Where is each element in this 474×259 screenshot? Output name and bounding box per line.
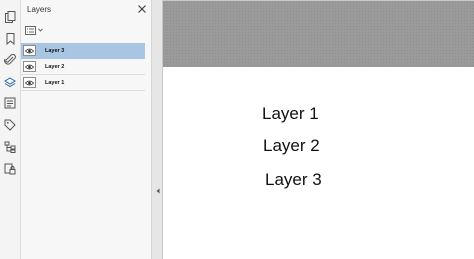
layer-row[interactable]: Layer 1: [21, 75, 145, 91]
bookmark-icon[interactable]: [3, 32, 17, 46]
page-text-layer-2: Layer 2: [263, 136, 320, 155]
layer-label: Layer 2: [45, 63, 65, 70]
visibility-toggle[interactable]: [23, 61, 36, 72]
chevron-left-icon: [156, 188, 159, 194]
panel-splitter[interactable]: [152, 0, 163, 259]
close-icon: [137, 4, 146, 13]
eye-icon: [25, 80, 34, 85]
visibility-toggle[interactable]: [23, 77, 36, 88]
chevron-down-icon: [38, 28, 43, 32]
collapse-panel-button[interactable]: [155, 187, 160, 195]
eye-icon: [25, 48, 34, 53]
layer-label: Layer 3: [45, 47, 65, 54]
layers-panel: Layers Layer 3 Layer 2 Layer 1: [21, 0, 172, 259]
layer-row[interactable]: Layer 3: [21, 43, 145, 59]
content-icon[interactable]: [3, 96, 17, 110]
gray-pattern-band: [163, 0, 474, 67]
eye-icon: [25, 64, 34, 69]
navigation-toolbar: [0, 0, 21, 259]
layer-options-button[interactable]: [25, 24, 45, 36]
security-icon[interactable]: [3, 162, 17, 176]
pages-icon[interactable]: [3, 10, 17, 24]
page-text-layer-1: Layer 1: [262, 104, 319, 123]
layer-label: Layer 1: [45, 79, 65, 86]
options-list-icon: [25, 25, 36, 35]
close-panel-button[interactable]: [136, 3, 147, 14]
layers-icon[interactable]: [0, 73, 19, 93]
attachment-icon[interactable]: [3, 53, 17, 67]
tag-icon[interactable]: [3, 118, 17, 132]
panel-title: Layers: [27, 5, 52, 14]
panel-header: Layers: [21, 0, 151, 20]
layer-list: Layer 3 Layer 2 Layer 1: [21, 43, 145, 91]
layer-row[interactable]: Layer 2: [21, 59, 145, 75]
visibility-toggle[interactable]: [23, 45, 36, 56]
model-tree-icon[interactable]: [3, 140, 17, 154]
page-text-layer-3: Layer 3: [265, 170, 322, 189]
document-page: Layer 1 Layer 2 Layer 3: [163, 0, 474, 259]
